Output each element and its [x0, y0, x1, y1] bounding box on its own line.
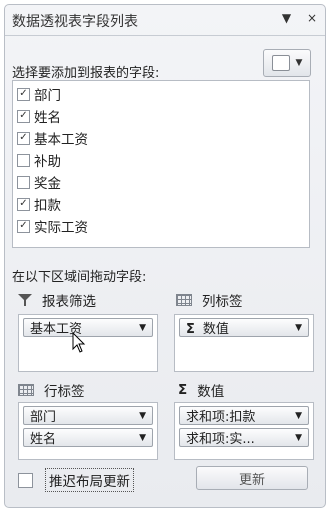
defer-checkbox[interactable]: [18, 472, 33, 488]
update-button[interactable]: 更新: [196, 466, 308, 490]
sigma-icon: Σ: [186, 322, 195, 337]
field-label: 姓名: [34, 110, 61, 126]
columns-chip-values[interactable]: Σ 数值 ▼: [179, 318, 309, 337]
values-chip-sum-actual[interactable]: 求和项:实... ▼: [179, 428, 309, 447]
field-item-deduction[interactable]: ✓ 扣款: [13, 193, 309, 215]
rows-zone-header: 行标签: [18, 380, 85, 400]
close-icon[interactable]: ×: [307, 11, 317, 25]
checkbox-name[interactable]: ✓: [17, 109, 30, 123]
chip-label: 数值: [202, 322, 229, 337]
field-item-allowance[interactable]: 补助: [13, 149, 309, 171]
field-layout-icon: [271, 55, 290, 71]
field-item-name[interactable]: ✓ 姓名: [13, 105, 309, 127]
values-zone[interactable]: 求和项:扣款 ▼ 求和项:实... ▼: [174, 402, 314, 460]
chip-label: 姓名: [30, 432, 57, 447]
field-label: 补助: [34, 154, 61, 170]
pane-title-icons: ▼ ×: [270, 11, 317, 25]
field-item-dept[interactable]: ✓ 部门: [13, 83, 309, 105]
sigma-icon: Σ: [178, 382, 188, 398]
checkbox-actual-salary[interactable]: ✓: [17, 219, 30, 233]
title-separator: [5, 35, 325, 36]
columns-zone-header: 列标签: [176, 290, 243, 310]
field-label: 实际工资: [34, 220, 88, 236]
field-item-basic-salary[interactable]: ✓ 基本工资: [13, 127, 309, 149]
field-label: 部门: [34, 88, 61, 104]
chevron-down-icon: ▼: [295, 58, 303, 68]
filter-zone-label: 报表筛选: [42, 294, 96, 310]
pane-title: 数据透视表字段列表: [12, 14, 138, 30]
defer-label: 推迟布局更新: [45, 468, 134, 492]
checkbox-bonus[interactable]: [17, 175, 30, 189]
pane-options-icon[interactable]: ▼: [282, 11, 291, 25]
columns-zone-label: 列标签: [202, 294, 243, 310]
chip-label: 部门: [30, 410, 57, 425]
field-label: 奖金: [34, 176, 61, 192]
chevron-down-icon[interactable]: ▼: [295, 433, 302, 443]
choose-fields-label: 选择要添加到报表的字段:: [12, 66, 160, 81]
column-labels-icon: [176, 294, 192, 306]
chevron-down-icon[interactable]: ▼: [295, 411, 302, 421]
chevron-down-icon[interactable]: ▼: [295, 323, 302, 333]
filter-icon: [18, 294, 32, 306]
defer-layout-update[interactable]: 推迟布局更新: [18, 468, 134, 492]
chip-label: 求和项:实...: [186, 432, 255, 447]
field-list: ✓ 部门 ✓ 姓名 ✓ 基本工资 补助 奖金 ✓ 扣款 ✓ 实际工资: [12, 80, 310, 248]
chevron-down-icon[interactable]: ▼: [139, 323, 146, 333]
rows-chip-name[interactable]: 姓名 ▼: [23, 428, 153, 447]
values-chip-sum-deduction[interactable]: 求和项:扣款 ▼: [179, 406, 309, 425]
checkbox-allowance[interactable]: [17, 153, 30, 167]
checkbox-dept[interactable]: ✓: [17, 87, 30, 101]
filter-zone[interactable]: 基本工资 ▼: [18, 314, 158, 372]
field-label: 基本工资: [34, 132, 88, 148]
columns-zone[interactable]: Σ 数值 ▼: [174, 314, 314, 372]
rows-zone[interactable]: 部门 ▼ 姓名 ▼: [18, 402, 158, 460]
filter-zone-header: 报表筛选: [18, 290, 96, 310]
chevron-down-icon[interactable]: ▼: [139, 433, 146, 443]
checkbox-basic-salary[interactable]: ✓: [17, 131, 30, 145]
layout-options-button[interactable]: ▼: [263, 49, 311, 77]
mouse-pointer-icon: [72, 332, 86, 353]
checkbox-deduction[interactable]: ✓: [17, 197, 30, 211]
filter-chip-basic-salary[interactable]: 基本工资 ▼: [23, 318, 153, 337]
rows-chip-dept[interactable]: 部门 ▼: [23, 406, 153, 425]
field-item-actual-salary[interactable]: ✓ 实际工资: [13, 215, 309, 237]
field-label: 扣款: [34, 198, 61, 214]
values-zone-header: Σ 数值: [178, 380, 224, 400]
drag-fields-label: 在以下区域间拖动字段:: [12, 270, 147, 285]
values-zone-label: 数值: [197, 384, 225, 400]
rows-zone-label: 行标签: [44, 384, 85, 400]
chip-label: 求和项:扣款: [186, 410, 256, 425]
row-labels-icon: [18, 384, 34, 396]
field-item-bonus[interactable]: 奖金: [13, 171, 309, 193]
chevron-down-icon[interactable]: ▼: [139, 411, 146, 421]
